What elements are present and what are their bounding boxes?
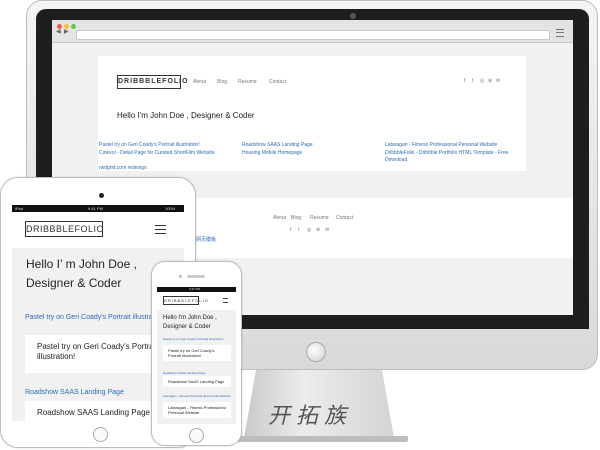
camera-icon [350, 13, 356, 19]
address-bar[interactable] [76, 30, 550, 40]
zoom-window-button[interactable] [71, 24, 76, 29]
iphone-project-title-pastel: Pastel try on Geri Coady's Portrait illu… [168, 348, 215, 358]
footer-nav-blog[interactable]: Blog [291, 215, 301, 221]
facebook-icon[interactable]: f [464, 78, 465, 84]
github-icon[interactable]: ◎ [480, 78, 484, 84]
iphone-logo[interactable]: DRIBBBLEFOLIO [163, 296, 208, 305]
email-icon[interactable]: ✉ [496, 78, 500, 84]
ipad-carrier: iPad [15, 206, 24, 211]
iphone-header: DRIBBBLEFOLIO [157, 292, 236, 310]
watermark-text: 开拓族 [268, 404, 353, 429]
footer-facebook-icon[interactable]: f [290, 227, 291, 233]
browser-toolbar: ◀ ▶ [52, 20, 573, 43]
nav-blog[interactable]: Blog [217, 79, 227, 85]
iphone-project-card-lataragan[interactable]: Lataragan - Fitness Professional Persona… [163, 402, 231, 418]
footer-nav-contact[interactable]: Contact [336, 215, 353, 221]
hamburger-menu-icon[interactable] [155, 225, 166, 234]
dribbble-icon[interactable]: ⊕ [488, 78, 492, 84]
footer-credit-link[interactable]: 网页模板 [196, 236, 216, 243]
ipad-home-button[interactable] [93, 427, 108, 442]
imac-logo-button [306, 342, 326, 362]
imac-foot [232, 436, 408, 442]
ipad-logo[interactable]: DRIBBBLEFOLIO [25, 221, 104, 237]
iphone-hero-text: Hello I'm John Doe , Designer & Coder [163, 315, 217, 330]
nav-about[interactable]: About [193, 79, 206, 85]
browser-menu-icon[interactable] [556, 29, 564, 37]
iphone-project-image-link-roadshow[interactable]: Roadshow SAAS Landing Page [163, 371, 231, 375]
project-link-dribbblefolio[interactable]: DribbbleFolio - Dribbble Portfolio HTML … [385, 150, 515, 164]
iphone-speaker [187, 275, 205, 278]
iphone-project-card-roadshow[interactable]: Roadshow SAAS Landing Page [163, 376, 231, 387]
back-icon[interactable]: ◀ [56, 28, 61, 35]
footer-nav-resume[interactable]: Resume [310, 215, 329, 221]
project-link-housing[interactable]: Housing Mobile Homepage [242, 150, 302, 156]
site-logo[interactable]: DRIBBBLEFOLIO [117, 75, 188, 89]
nav-contact[interactable]: Contact [269, 79, 286, 85]
ipad-header: DRIBBBLEFOLIO [12, 212, 184, 248]
twitter-icon[interactable]: t [472, 78, 473, 84]
project-link-roadshow[interactable]: Roadshow SAAS Landing Page [242, 142, 313, 148]
hero-text: Hello I'm John Doe , Designer & Coder [117, 111, 255, 120]
ipad-status-bar: iPad 9:41 PM 100% [12, 205, 184, 212]
iphone-home-button[interactable] [189, 428, 204, 443]
ipad-camera-icon [99, 193, 104, 198]
footer-email-icon[interactable]: ✉ [325, 227, 329, 233]
footer-nav-about[interactable]: About [273, 215, 286, 221]
ipad-clock: 9:41 PM [88, 206, 103, 211]
iphone-project-image-link-pastel[interactable]: Pastel try on Geri Coady's Portrait illu… [163, 337, 231, 341]
iphone-project-title-lataragan: Lataragan - Fitness Professional Persona… [168, 405, 226, 415]
project-link-pastel[interactable]: Pastel try on Geri Coady's Portrait illu… [99, 142, 200, 148]
iphone-screen: 9:41 PM DRIBBBLEFOLIO Hello I'm John Doe… [157, 287, 236, 424]
project-link-lataragan[interactable]: Lataragan - Fitness Professional Persona… [385, 142, 497, 148]
forward-icon[interactable]: ▶ [64, 28, 69, 35]
project-link-cinevol[interactable]: Cinevol - Detail Page for Curated ShortF… [99, 150, 215, 156]
iphone-camera-icon [179, 275, 182, 278]
footer-twitter-icon[interactable]: t [298, 227, 299, 233]
footer-github-icon[interactable]: ◎ [307, 227, 311, 233]
iphone-project-image-link-lataragan[interactable]: Lataragan - Fitness Professional Persona… [163, 394, 231, 398]
ipad-battery: 100% [165, 206, 176, 211]
credit-link[interactable]: rwdgrid.com redesign [99, 165, 147, 171]
iphone-project-title-roadshow: Roadshow SAAS Landing Page [168, 379, 225, 384]
ipad-project-title-pastel: Pastel try on Geri Coady's Portrait illu… [37, 342, 158, 361]
iphone-project-card-pastel[interactable]: Pastel try on Geri Coady's Portrait illu… [163, 345, 231, 361]
nav-resume[interactable]: Resume [238, 79, 257, 85]
iphone-hamburger-icon[interactable] [223, 298, 228, 303]
footer-dribbble-icon[interactable]: ⊕ [316, 227, 320, 233]
